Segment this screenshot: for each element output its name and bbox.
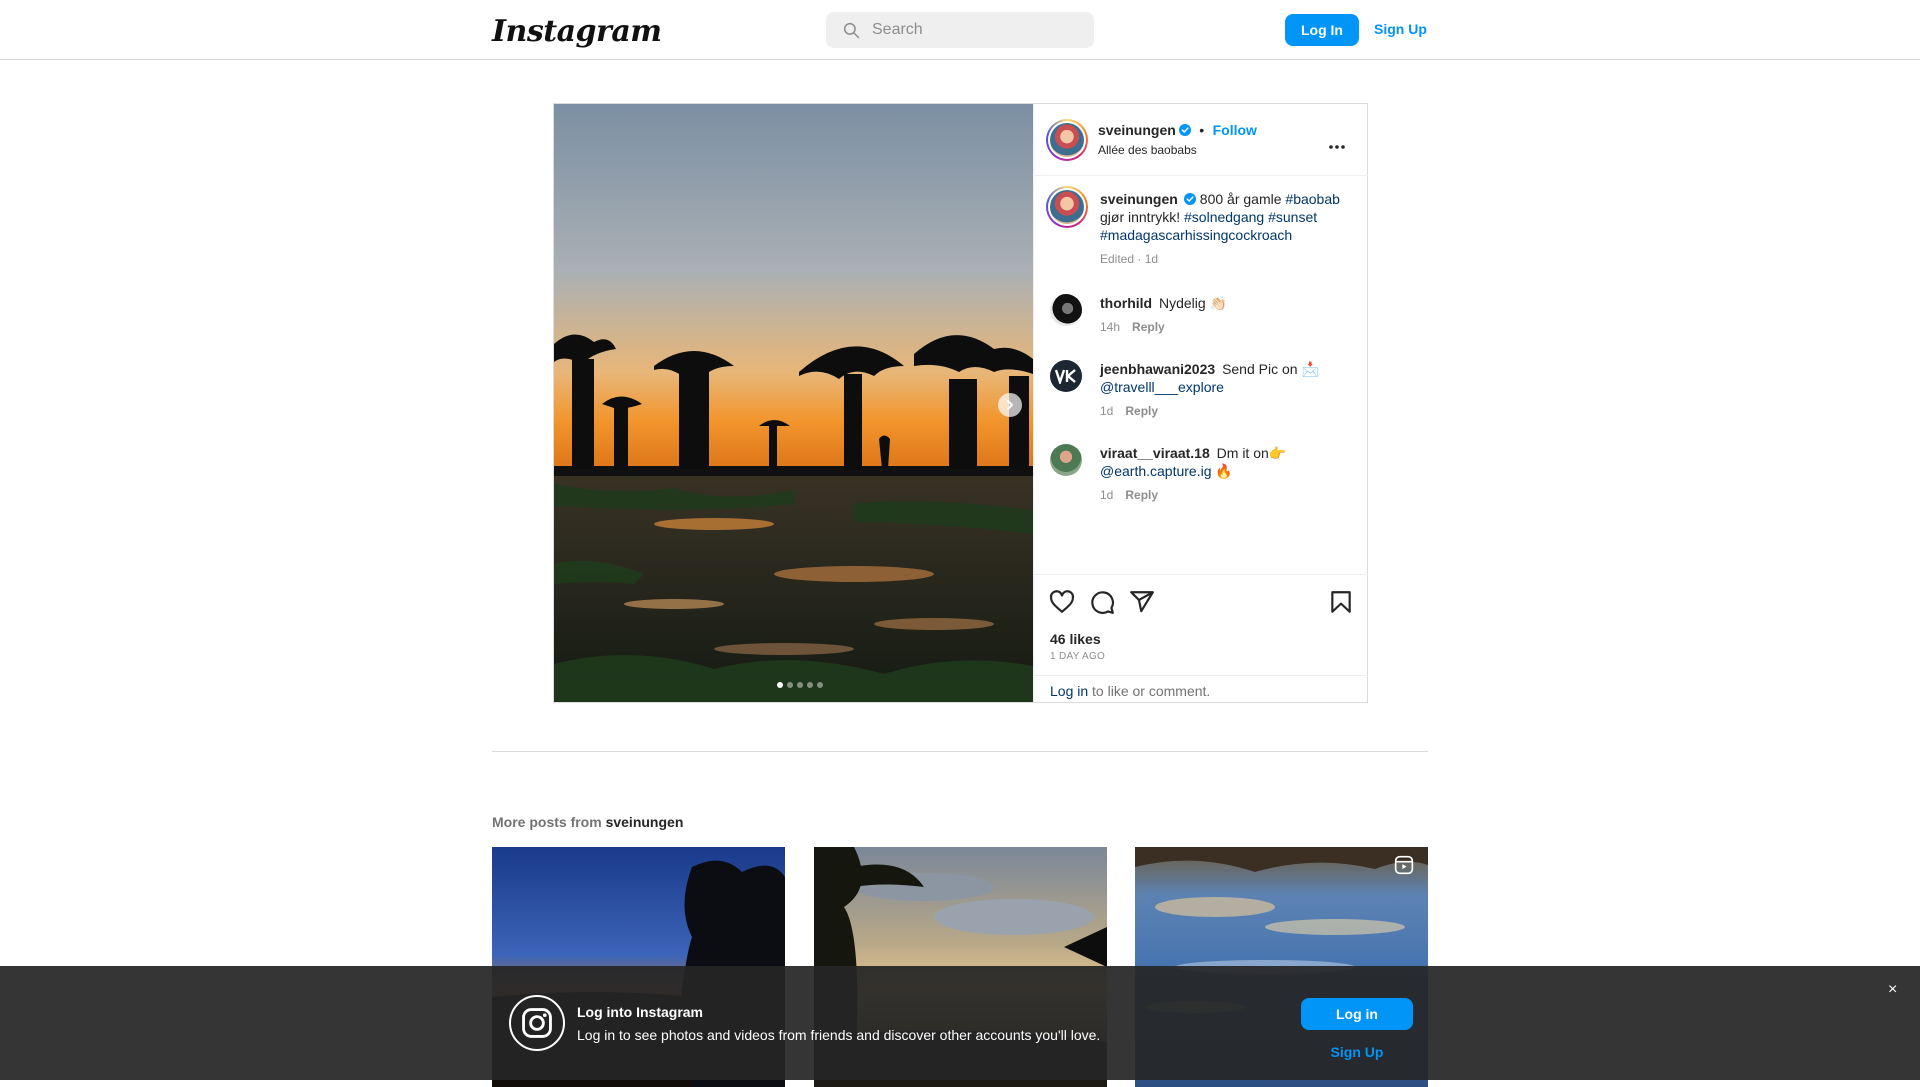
post-image[interactable] <box>554 104 1033 702</box>
instagram-logo[interactable]: Instagram <box>492 14 662 49</box>
comment-suffix: 🔥 <box>1215 463 1233 479</box>
bookmark-icon[interactable] <box>1328 589 1354 615</box>
carousel-dot <box>807 682 813 688</box>
carousel-dot <box>817 682 823 688</box>
baobab-sunset-photo <box>554 104 1033 702</box>
verified-badge-icon <box>1178 124 1191 136</box>
comment-username[interactable]: thorhild <box>1100 295 1152 311</box>
banner-signup-link[interactable]: Sign Up <box>1301 1044 1413 1060</box>
caption-text: 800 år gamle <box>1199 191 1282 207</box>
verified-badge-icon <box>1183 193 1196 205</box>
reels-icon <box>1394 855 1414 875</box>
more-posts-username[interactable]: sveinungen <box>606 814 684 830</box>
commenter-avatar[interactable] <box>1050 294 1082 326</box>
mention-link[interactable]: @earth.capture.ig <box>1100 463 1212 479</box>
signup-link[interactable]: Sign Up <box>1374 21 1427 37</box>
comment-time: 1d <box>1100 488 1114 502</box>
comments-list: sveinungen 800 år gamle #baobab gjør innt… <box>1034 176 1368 574</box>
hashtag-link[interactable]: #madagascarhissingcockroach <box>1100 227 1292 243</box>
post-actions: 46 likes 1 DAY AGO Log in to like or com… <box>1034 574 1368 702</box>
search-input[interactable] <box>872 21 1072 39</box>
comment-body: jeenbhawani2023 Send Pic on 📩 @travelll_… <box>1100 360 1356 420</box>
location-link[interactable]: Allée des baobabs <box>1098 143 1197 157</box>
carousel-indicator <box>777 682 823 688</box>
more-posts-heading: More posts from sveinungen <box>492 814 683 830</box>
hashtag-link[interactable]: #baobab <box>1285 191 1340 207</box>
top-nav: Instagram Log In Sign Up <box>0 0 1920 60</box>
mention-link[interactable]: @travelll___explore <box>1100 379 1224 395</box>
author-username[interactable]: sveinungen <box>1098 122 1176 138</box>
commenter-avatar[interactable] <box>1050 444 1082 476</box>
post-card: sveinungen • Follow Allée des baobabs sv… <box>553 103 1368 703</box>
instagram-glyph-icon <box>509 995 565 1051</box>
chevron-right-icon <box>1007 400 1013 410</box>
comment-time: 14h <box>1100 320 1121 334</box>
follow-button[interactable]: Follow <box>1213 122 1257 138</box>
search-box[interactable] <box>826 12 1094 48</box>
comment-icon[interactable] <box>1089 589 1115 615</box>
heart-icon[interactable] <box>1049 589 1075 615</box>
hashtag-link[interactable]: #sunset <box>1268 209 1317 225</box>
carousel-dot <box>787 682 793 688</box>
author-line: sveinungen • Follow <box>1098 122 1257 140</box>
post-header: sveinungen • Follow Allée des baobabs <box>1034 104 1368 176</box>
likes-count[interactable]: 46 likes <box>1050 631 1101 647</box>
comment-time: 1d <box>1100 404 1114 418</box>
post-sidebar: sveinungen • Follow Allée des baobabs sv… <box>1033 104 1368 702</box>
comment-text: Send Pic on 📩 <box>1222 361 1319 377</box>
close-icon[interactable]: × <box>1888 981 1897 999</box>
caption-text-2: gjør inntrykk! <box>1100 209 1181 225</box>
banner-text: Log in to see photos and videos from fri… <box>577 1027 1101 1043</box>
section-divider <box>492 751 1428 752</box>
login-prompt: Log in to like or comment. <box>1034 675 1368 703</box>
carousel-dot <box>777 682 783 688</box>
login-banner: Log into Instagram Log in to see photos … <box>0 966 1920 1080</box>
reply-button[interactable]: Reply <box>1125 488 1158 502</box>
author-avatar[interactable] <box>1046 119 1088 161</box>
caption-meta: Edited · 1d <box>1100 252 1159 266</box>
caption-body: sveinungen 800 år gamle #baobab gjør innt… <box>1100 190 1356 268</box>
reply-button[interactable]: Reply <box>1125 404 1158 418</box>
caption-username[interactable]: sveinungen <box>1100 191 1178 207</box>
caption-avatar[interactable] <box>1046 186 1088 228</box>
banner-login-button[interactable]: Log in <box>1301 998 1413 1030</box>
commenter-avatar[interactable] <box>1050 360 1082 392</box>
next-slide-button[interactable] <box>998 393 1022 417</box>
reply-button[interactable]: Reply <box>1132 320 1165 334</box>
comment-username[interactable]: viraat__viraat.18 <box>1100 445 1210 461</box>
comment-text: Dm it on👉 <box>1216 445 1287 461</box>
more-posts-prefix: More posts from <box>492 814 606 830</box>
banner-title: Log into Instagram <box>577 1004 703 1020</box>
hashtag-link[interactable]: #solnedgang <box>1184 209 1264 225</box>
login-prompt-text: to like or comment. <box>1088 683 1211 699</box>
search-icon <box>843 22 860 39</box>
comment-body: thorhild Nydelig 👏🏻 14h Reply <box>1100 294 1356 336</box>
login-link[interactable]: Log in <box>1050 683 1088 699</box>
share-icon[interactable] <box>1129 589 1155 615</box>
comment-text: Nydelig 👏🏻 <box>1159 295 1228 311</box>
post-date[interactable]: 1 DAY AGO <box>1050 651 1105 662</box>
separator-dot: • <box>1199 122 1205 138</box>
comment-body: viraat__viraat.18 Dm it on👉 @earth.captu… <box>1100 444 1356 504</box>
carousel-dot <box>797 682 803 688</box>
more-options-icon[interactable] <box>1328 134 1346 155</box>
comment-username[interactable]: jeenbhawani2023 <box>1100 361 1215 377</box>
login-button[interactable]: Log In <box>1285 14 1359 46</box>
